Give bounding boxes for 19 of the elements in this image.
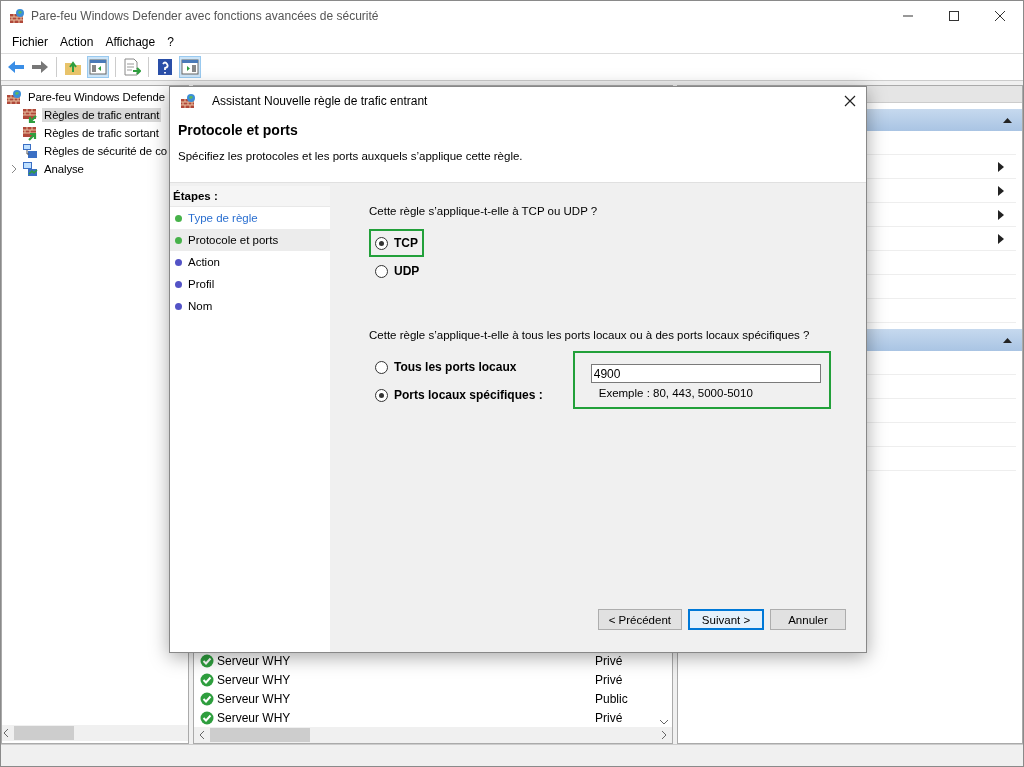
page-description: Spécifiez les protocoles et les ports auxquels s’applique cette règle. (178, 150, 524, 162)
page-heading: Protocole et ports (178, 122, 299, 138)
rule-profile: Public (595, 691, 629, 706)
rule-name: Serveur WHY (217, 691, 292, 706)
step-item: Action (188, 256, 220, 268)
window-title: Pare-feu Windows Defender avec fonctions avancées de sécurité (31, 9, 380, 23)
rule-name: Serveur WHY (217, 672, 292, 687)
rule-name: Serveur WHY (217, 653, 292, 668)
step-item: Profil (188, 278, 215, 290)
rule-profile: Privé (595, 710, 624, 725)
dialog-title: Assistant Nouvelle règle de trafic entrant (212, 94, 429, 108)
question-text: Cette règle s’applique-t-elle à TCP ou UDP ? (369, 205, 599, 217)
ports-example: Exemple : 80, 443, 5000-5010 (597, 386, 754, 399)
question-text: Cette règle s’applique-t-elle à tous les ports locaux ou à des ports locaux spécifiques ? (369, 329, 811, 341)
rule-profile: Privé (595, 672, 624, 687)
steps-label: Étapes : (170, 186, 330, 207)
rule-name: Serveur WHY (217, 710, 292, 725)
step-item: Nom (188, 300, 213, 312)
rule-profile: Privé (595, 653, 624, 668)
